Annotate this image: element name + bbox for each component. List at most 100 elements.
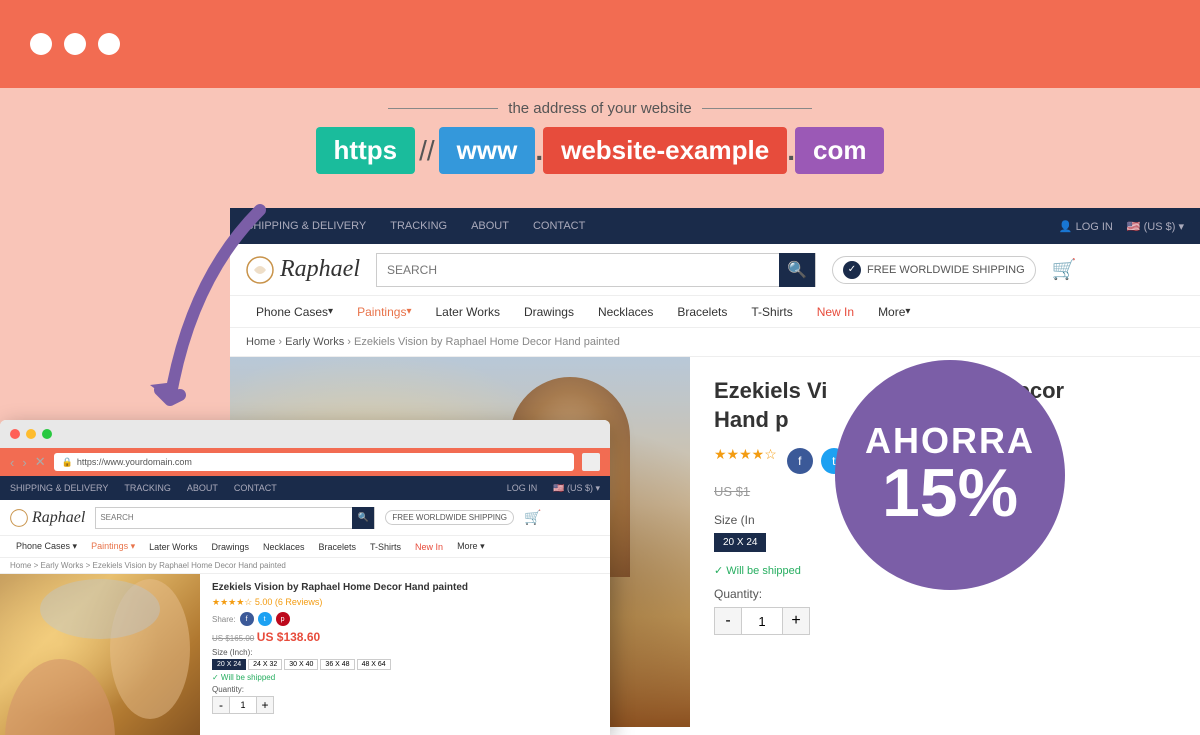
small-search-box: 🔍 xyxy=(95,507,375,529)
small-pt-icon[interactable]: p xyxy=(276,612,290,626)
breadcrumb-home[interactable]: Home xyxy=(246,336,275,348)
small-cat-new[interactable]: New In xyxy=(409,536,449,558)
small-tw-icon[interactable]: t xyxy=(258,612,272,626)
small-nav-currency[interactable]: 🇺🇸 (US $) ▾ xyxy=(553,483,600,494)
small-cat-phone[interactable]: Phone Cases ▾ xyxy=(10,536,83,558)
window-dot-2 xyxy=(64,33,86,55)
small-nav-about[interactable]: ABOUT xyxy=(187,483,218,493)
small-price-orig: US $165.00 xyxy=(212,634,254,643)
search-box: 🔍 xyxy=(376,253,816,287)
small-cat-tshirts[interactable]: T-Shirts xyxy=(364,536,407,558)
small-nav-close[interactable]: ✕ xyxy=(35,454,46,470)
small-address-bar-highlight: ‹ › ✕ 🔒 https://www.yourdomain.com xyxy=(0,448,610,476)
url-https: https xyxy=(316,127,416,174)
search-icon-btn[interactable]: 🔍 xyxy=(779,253,815,287)
qty-value: 1 xyxy=(742,607,782,635)
small-cat-bracelets[interactable]: Bracelets xyxy=(313,536,363,558)
main-logo: Raphael xyxy=(280,256,360,283)
window-dots xyxy=(30,33,120,55)
quantity-section: Quantity: - 1 + xyxy=(714,587,1176,635)
cat-tshirts[interactable]: T-Shirts xyxy=(741,296,802,328)
small-cat-necklaces[interactable]: Necklaces xyxy=(257,536,311,558)
small-size-36x48[interactable]: 36 X 48 xyxy=(320,659,354,670)
small-browser: ‹ › ✕ 🔒 https://www.yourdomain.com SHIPP… xyxy=(0,420,610,735)
small-nav-forward[interactable]: › xyxy=(22,455,26,470)
url-domain: website-example xyxy=(543,127,787,174)
cat-phone-cases[interactable]: Phone Cases xyxy=(246,296,343,328)
url-dot-2: . xyxy=(787,135,795,167)
nav-tracking[interactable]: TRACKING xyxy=(390,220,447,232)
cat-drawings[interactable]: Drawings xyxy=(514,296,584,328)
category-nav: Phone Cases Paintings Later Works Drawin… xyxy=(230,296,1200,328)
small-search-input[interactable] xyxy=(96,513,352,522)
nav-contact[interactable]: CONTACT xyxy=(533,220,585,232)
small-size-24x32[interactable]: 24 X 32 xyxy=(248,659,282,670)
cat-bracelets[interactable]: Bracelets xyxy=(667,296,737,328)
discount-badge: AHORRA 15% xyxy=(835,360,1065,590)
small-product-title: Ezekiels Vision by Raphael Home Decor Ha… xyxy=(212,582,598,593)
small-cat-more[interactable]: More ▾ xyxy=(451,536,491,558)
url-line-right xyxy=(702,108,812,109)
small-qty-controls: - 1 + xyxy=(212,696,598,714)
url-dot-1: . xyxy=(535,135,543,167)
free-ship-icon: ✓ xyxy=(843,261,861,279)
qty-controls: - 1 + xyxy=(714,607,1176,635)
small-nav-contact[interactable]: CONTACT xyxy=(234,483,277,493)
small-price-curr: US $138.60 xyxy=(257,630,320,644)
url-section: the address of your website https // www… xyxy=(0,88,1200,182)
cat-later-works[interactable]: Later Works xyxy=(425,296,509,328)
nav-about[interactable]: ABOUT xyxy=(471,220,509,232)
cart-icon[interactable]: 🛒 xyxy=(1052,257,1077,282)
free-shipping-text: FREE WORLDWIDE SHIPPING xyxy=(867,264,1025,276)
small-nav-shipping[interactable]: SHIPPING & DELIVERY xyxy=(10,483,108,493)
qty-plus-btn[interactable]: + xyxy=(782,607,810,635)
cat-more[interactable]: More xyxy=(868,296,920,328)
small-nav-login[interactable]: LOG IN xyxy=(507,483,538,493)
nav-shipping[interactable]: SHIPPING & DELIVERY xyxy=(246,220,366,232)
url-line-left xyxy=(388,108,498,109)
small-search-btn[interactable]: 🔍 xyxy=(352,507,374,529)
search-input[interactable] xyxy=(377,263,779,277)
nav-currency[interactable]: 🇺🇸 (US $) ▾ xyxy=(1127,220,1184,233)
small-product-info: Ezekiels Vision by Raphael Home Decor Ha… xyxy=(200,574,610,735)
small-logo: Raphael xyxy=(32,509,85,527)
small-browser-titlebar xyxy=(0,420,610,448)
small-address-input[interactable]: 🔒 https://www.yourdomain.com xyxy=(54,453,574,471)
price-original: US $1 xyxy=(714,484,750,499)
small-size-20x24[interactable]: 20 X 24 xyxy=(212,659,246,670)
small-product-area: Ezekiels Vision by Raphael Home Decor Ha… xyxy=(0,574,610,735)
free-shipping-badge: ✓ FREE WORLDWIDE SHIPPING xyxy=(832,256,1036,284)
cat-necklaces[interactable]: Necklaces xyxy=(588,296,663,328)
small-nav-bar: SHIPPING & DELIVERY TRACKING ABOUT CONTA… xyxy=(0,476,610,500)
small-lock-icon: 🔒 xyxy=(62,457,73,468)
cat-paintings[interactable]: Paintings xyxy=(347,296,421,328)
small-size-30x40[interactable]: 30 X 40 xyxy=(284,659,318,670)
small-nav-tracking[interactable]: TRACKING xyxy=(124,483,171,493)
nav-login[interactable]: 👤 LOG IN xyxy=(1059,220,1113,233)
small-ext-btn xyxy=(582,453,600,471)
breadcrumb-early-works[interactable]: Early Works xyxy=(285,336,344,348)
url-com: com xyxy=(795,127,884,174)
small-size-48x64[interactable]: 48 X 64 xyxy=(357,659,391,670)
small-share: Share: f t p xyxy=(212,612,598,626)
main-nav-bar: SHIPPING & DELIVERY TRACKING ABOUT CONTA… xyxy=(230,208,1200,244)
top-bar xyxy=(0,0,1200,88)
url-section-text: the address of your website xyxy=(508,100,691,117)
small-fb-icon[interactable]: f xyxy=(240,612,254,626)
qty-minus-btn[interactable]: - xyxy=(714,607,742,635)
small-qty-plus[interactable]: + xyxy=(256,696,274,714)
small-dot-green xyxy=(42,429,52,439)
small-nav-back[interactable]: ‹ xyxy=(10,455,14,470)
size-20x24[interactable]: 20 X 24 xyxy=(714,533,766,552)
cat-new-in[interactable]: New In xyxy=(807,296,864,328)
small-qty-minus[interactable]: - xyxy=(212,696,230,714)
small-cat-drawings[interactable]: Drawings xyxy=(205,536,255,558)
url-separator: // xyxy=(415,135,439,167)
small-qty-label: Quantity: xyxy=(212,685,598,694)
small-cat-later-works[interactable]: Later Works xyxy=(143,536,203,558)
small-cart-icon[interactable]: 🛒 xyxy=(524,509,541,526)
small-dot-red xyxy=(10,429,20,439)
percent-text: 15% xyxy=(882,459,1018,527)
small-cat-paintings[interactable]: Paintings ▾ xyxy=(85,536,141,558)
facebook-share-icon[interactable]: f xyxy=(787,448,813,474)
